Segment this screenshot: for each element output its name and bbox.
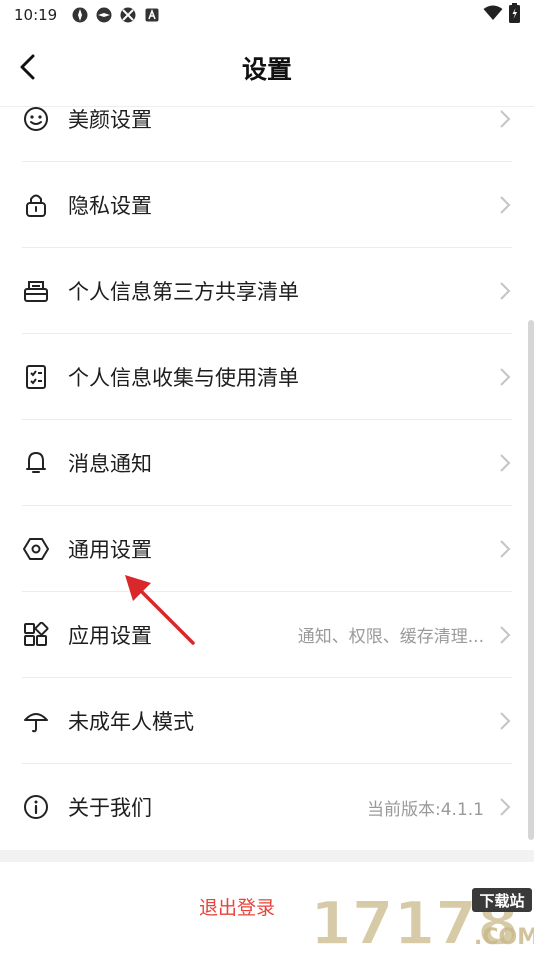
watermark-logo: 17178 下载站 .COM: [306, 884, 534, 954]
svg-text:下载站: 下载站: [479, 892, 524, 910]
checklist-icon: [22, 363, 50, 391]
face-smile-icon: [22, 105, 50, 133]
notification-icon: [95, 6, 113, 24]
settings-item-info-collection[interactable]: 个人信息收集与使用清单: [22, 334, 512, 420]
settings-item-label: 美颜设置: [68, 107, 152, 132]
chevron-right-icon: [500, 195, 511, 214]
keyboard-indicator-icon: [143, 6, 161, 24]
scrollbar[interactable]: [528, 320, 534, 840]
settings-item-general[interactable]: 通用设置: [22, 506, 512, 592]
svg-text:.COM: .COM: [474, 925, 534, 950]
settings-item-minor-mode[interactable]: 未成年人模式: [22, 678, 512, 764]
section-divider: [0, 850, 534, 862]
chevron-right-icon: [500, 281, 511, 300]
hex-gear-icon: [22, 535, 50, 563]
share-list-icon: [22, 277, 50, 305]
wifi-icon: [483, 5, 503, 25]
chevron-right-icon: [500, 711, 511, 730]
status-time: 10:19: [14, 6, 58, 24]
settings-item-label: 个人信息第三方共享清单: [68, 279, 299, 304]
bell-icon: [22, 449, 50, 477]
settings-item-beauty[interactable]: 美颜设置: [22, 76, 512, 162]
chevron-right-icon: [500, 539, 511, 558]
settings-item-label: 个人信息收集与使用清单: [68, 365, 299, 390]
settings-item-privacy[interactable]: 隐私设置: [22, 162, 512, 248]
settings-item-label: 消息通知: [68, 451, 152, 476]
settings-item-third-party-share[interactable]: 个人信息第三方共享清单: [22, 248, 512, 334]
settings-item-label: 关于我们: [68, 796, 152, 820]
app-grid-icon: [22, 621, 50, 649]
settings-item-app[interactable]: 应用设置 通知、权限、缓存清理...: [22, 592, 512, 678]
settings-item-label: 隐私设置: [68, 193, 152, 218]
lock-icon: [22, 191, 50, 219]
battery-icon: [509, 3, 520, 27]
status-bar: 10:19: [0, 0, 534, 30]
settings-item-notifications[interactable]: 消息通知: [22, 420, 512, 506]
settings-item-about[interactable]: 关于我们 当前版本:4.1.1: [22, 764, 512, 850]
annotation-arrow-icon: [125, 575, 195, 645]
chevron-right-icon: [500, 625, 511, 644]
chevron-right-icon: [500, 453, 511, 472]
settings-item-value: 当前版本:4.1.1: [367, 799, 484, 820]
settings-item-label: 未成年人模式: [68, 709, 194, 734]
notification-icon: [71, 6, 89, 24]
settings-item-label: 通用设置: [68, 537, 152, 562]
chevron-right-icon: [500, 109, 511, 128]
logout-label: 退出登录: [198, 896, 275, 919]
notification-icon: [119, 6, 137, 24]
settings-item-value: 通知、权限、缓存清理...: [297, 627, 484, 647]
umbrella-icon: [22, 707, 50, 735]
chevron-right-icon: [500, 367, 511, 386]
info-icon: [22, 793, 50, 821]
chevron-right-icon: [500, 798, 511, 816]
